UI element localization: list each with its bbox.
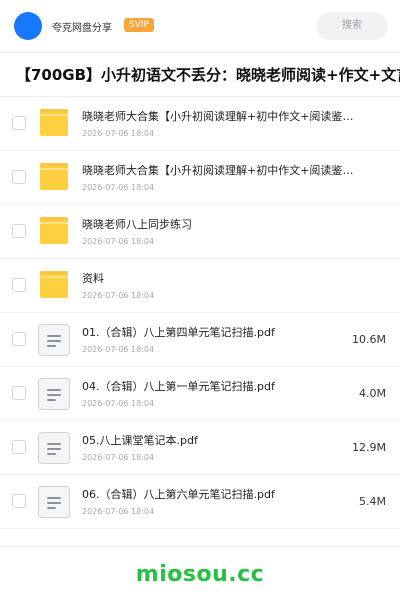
file-name: 06.（合辑）八上第六单元笔记扫描.pdf <box>82 488 275 501</box>
app-name: 夸克网盘分享 <box>52 23 112 34</box>
folder-icon <box>38 108 70 140</box>
svip-badge: SVIP <box>124 18 154 32</box>
row-checkbox[interactable] <box>12 224 26 238</box>
file-row[interactable]: 05.八上课堂笔记本.pdf 2026-07-06 18:04 12.9M <box>0 421 400 475</box>
document-icon <box>38 378 70 410</box>
document-icon <box>38 432 70 464</box>
file-size: 10.6M <box>352 333 386 346</box>
file-name: 资料 <box>82 272 104 285</box>
file-name: 04.（合辑）八上第一单元笔记扫描.pdf <box>82 380 275 393</box>
row-checkbox[interactable] <box>12 494 26 508</box>
file-date: 2026-07-06 18:04 <box>82 237 155 246</box>
file-date: 2026-07-06 18:04 <box>82 129 155 138</box>
file-name: 晓晓老师大合集【小升初阅读理解+初中作文+阅读鉴赏… <box>82 110 362 123</box>
file-date: 2026-07-06 18:04 <box>82 291 155 300</box>
folder-icon <box>38 216 70 248</box>
row-checkbox[interactable] <box>12 440 26 454</box>
row-checkbox[interactable] <box>12 170 26 184</box>
file-date: 2026-07-06 18:04 <box>82 345 155 354</box>
file-row[interactable]: 晓晓老师八上同步练习 2026-07-06 18:04 <box>0 205 400 259</box>
file-name: 05.八上课堂笔记本.pdf <box>82 434 198 447</box>
file-size: 5.4M <box>359 495 386 508</box>
file-date: 2026-07-06 18:04 <box>82 453 155 462</box>
row-checkbox[interactable] <box>12 386 26 400</box>
bottom-divider <box>0 546 400 547</box>
file-row[interactable]: 01.（合辑）八上第四单元笔记扫描.pdf 2026-07-06 18:04 10.… <box>0 313 400 367</box>
share-title: 【700GB】小升初语文不丢分：晓晓老师阅读+作文+文言文 <box>16 66 400 84</box>
app-header: 夸克网盘分享 SVIP 搜索 <box>0 0 400 52</box>
avatar[interactable] <box>14 12 42 40</box>
file-row[interactable]: 06.（合辑）八上第六单元笔记扫描.pdf 2026-07-06 18:04 5.4… <box>0 475 400 529</box>
file-name: 晓晓老师大合集【小升初阅读理解+初中作文+阅读鉴赏… <box>82 164 362 177</box>
file-row[interactable]: 晓晓老师大合集【小升初阅读理解+初中作文+阅读鉴赏… 2026-07-06 18:… <box>0 151 400 205</box>
file-row[interactable]: 04.（合辑）八上第一单元笔记扫描.pdf 2026-07-06 18:04 4.0… <box>0 367 400 421</box>
row-checkbox[interactable] <box>12 278 26 292</box>
watermark: miosou.cc <box>135 562 265 587</box>
file-row[interactable]: 资料 2026-07-06 18:04 <box>0 259 400 313</box>
file-date: 2026-07-06 18:04 <box>82 183 155 192</box>
file-date: 2026-07-06 18:04 <box>82 507 155 516</box>
folder-icon <box>38 162 70 194</box>
file-row[interactable]: 晓晓老师大合集【小升初阅读理解+初中作文+阅读鉴赏… 2026-07-06 18:… <box>0 97 400 151</box>
file-date: 2026-07-06 18:04 <box>82 399 155 408</box>
folder-icon <box>38 270 70 302</box>
file-name: 01.（合辑）八上第四单元笔记扫描.pdf <box>82 326 275 339</box>
file-size: 12.9M <box>352 441 386 454</box>
document-icon <box>38 324 70 356</box>
search-button[interactable]: 搜索 <box>316 12 388 40</box>
file-list: 晓晓老师大合集【小升初阅读理解+初中作文+阅读鉴赏… 2026-07-06 18:… <box>0 97 400 529</box>
file-size: 4.0M <box>359 387 386 400</box>
row-checkbox[interactable] <box>12 116 26 130</box>
header-divider <box>0 52 400 53</box>
document-icon <box>38 486 70 518</box>
row-checkbox[interactable] <box>12 332 26 346</box>
file-name: 晓晓老师八上同步练习 <box>82 218 192 231</box>
